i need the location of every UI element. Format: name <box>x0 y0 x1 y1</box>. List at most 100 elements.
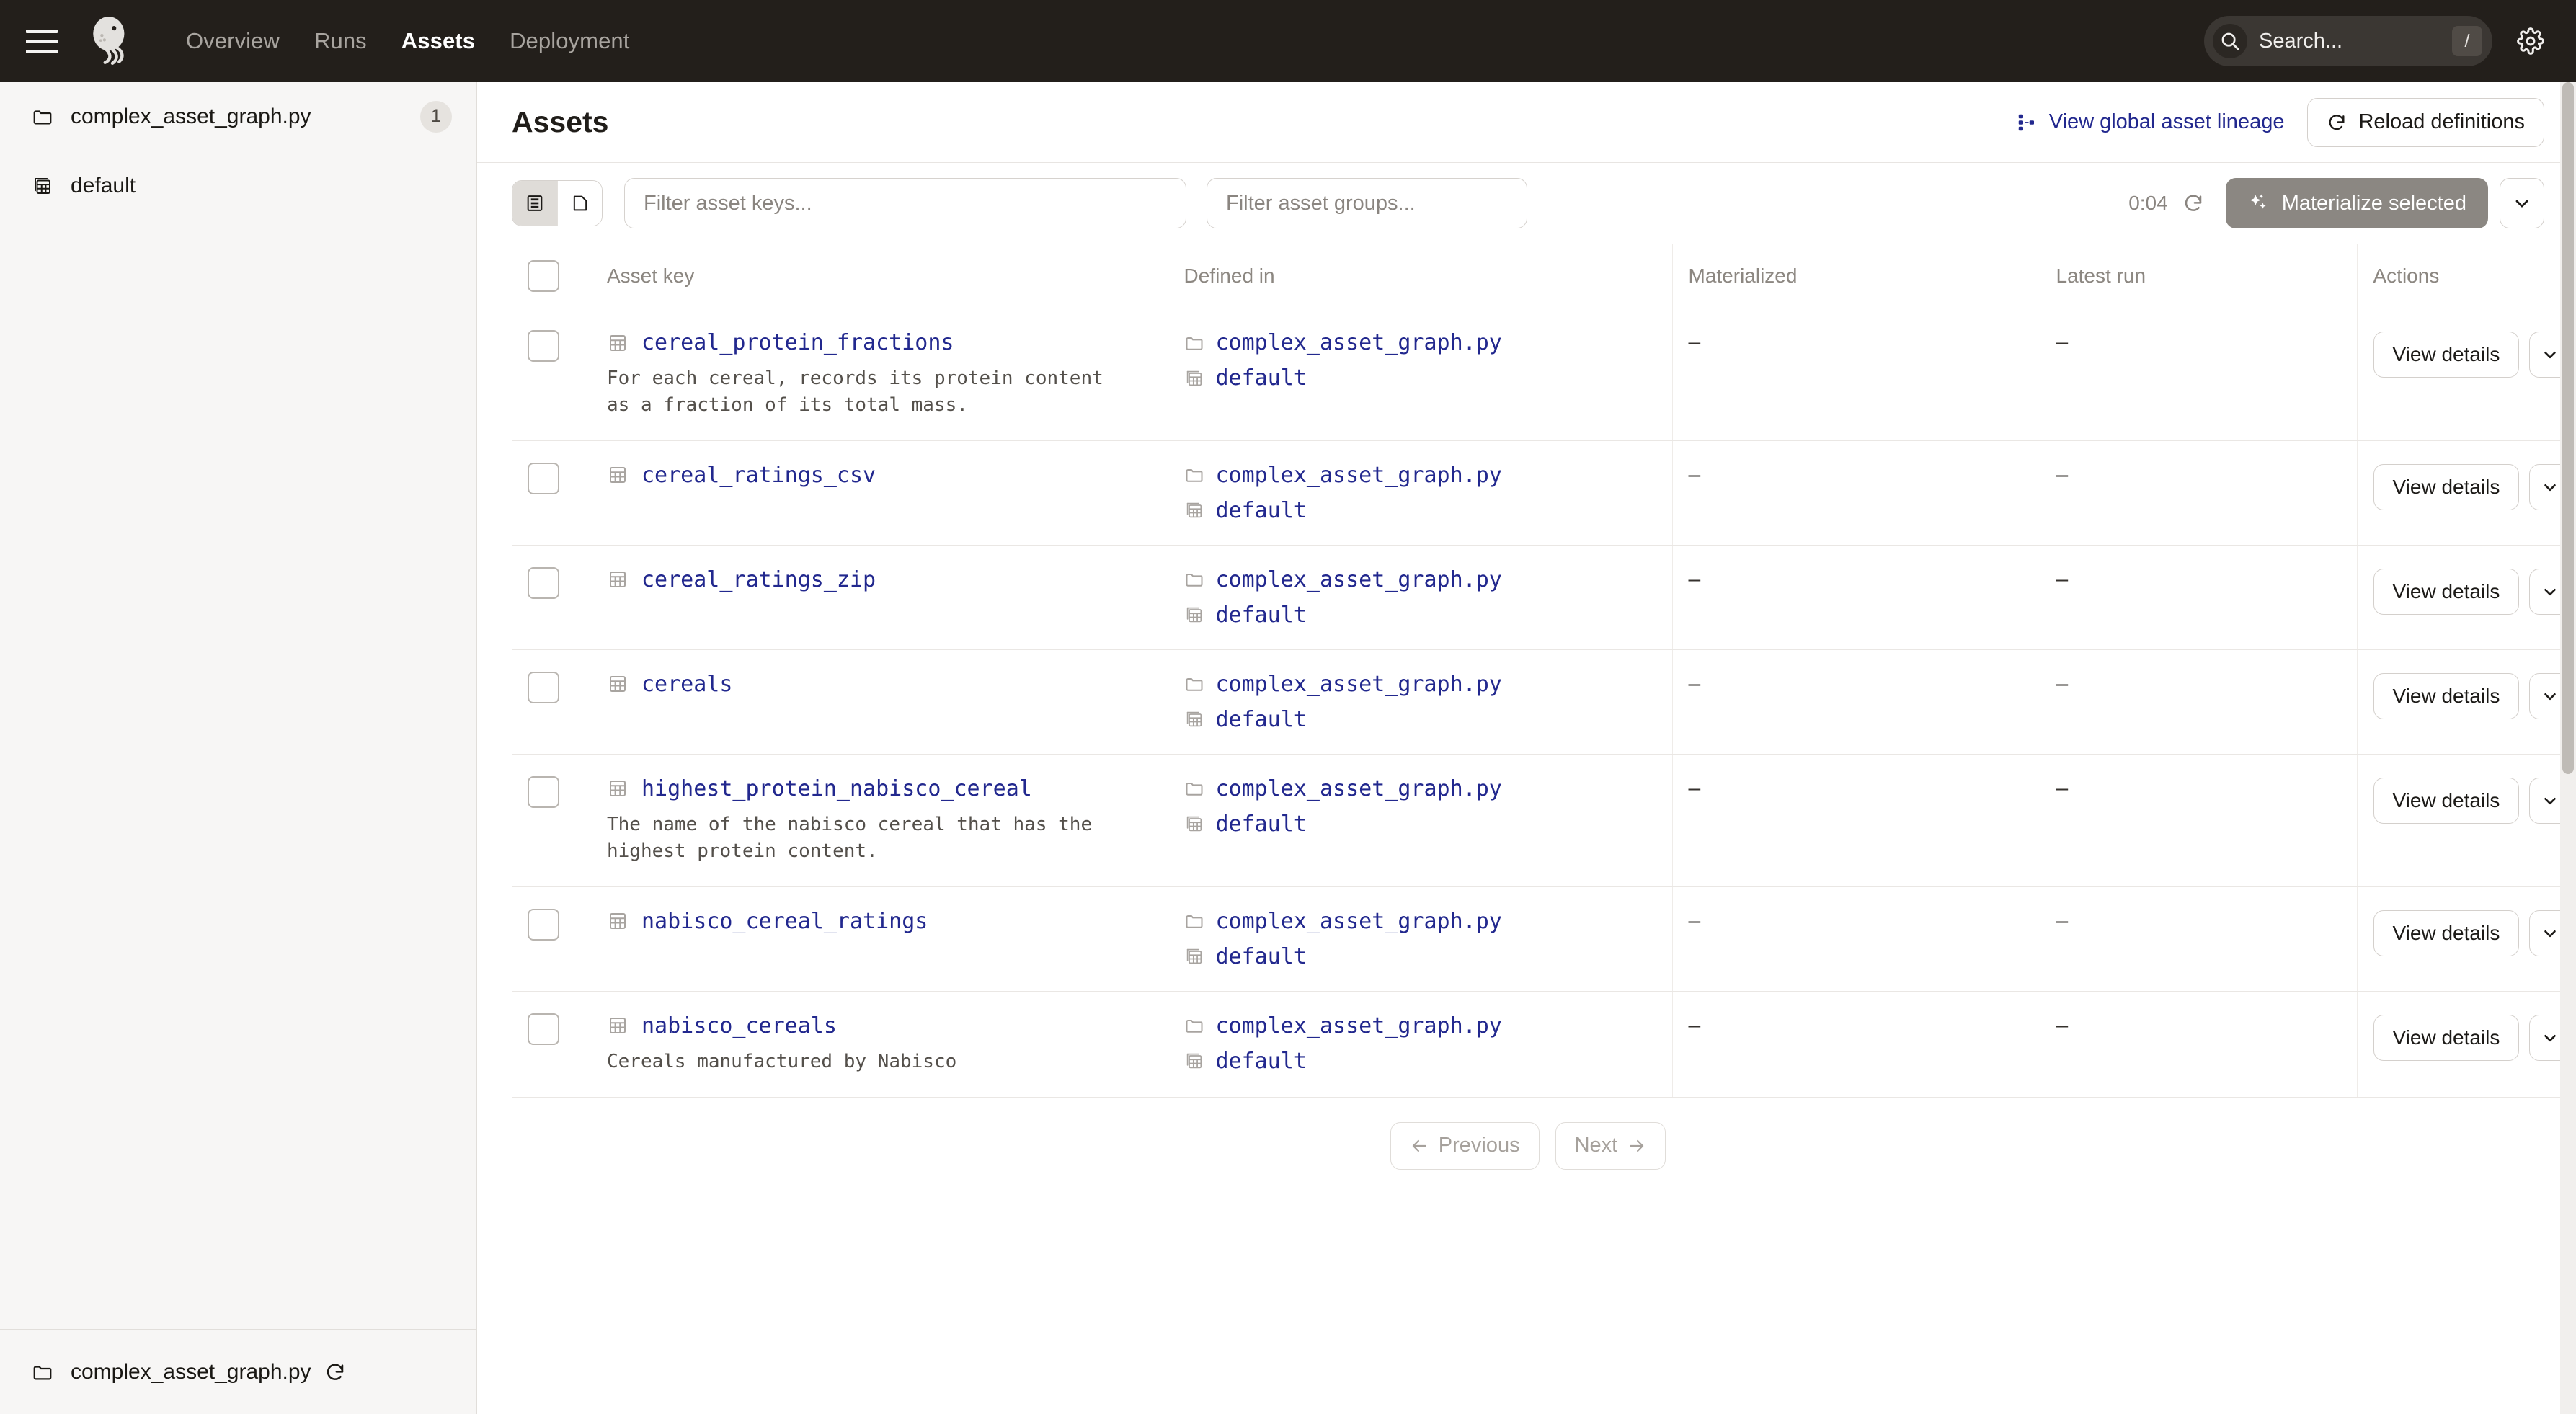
defined-in-file-link[interactable]: complex_asset_graph.py <box>1216 1013 1502 1039</box>
sidebar-footer-code-location[interactable]: complex_asset_graph.py <box>0 1329 476 1414</box>
list-view-icon[interactable] <box>512 181 557 226</box>
asset-key-link[interactable]: nabisco_cereals <box>641 1013 837 1039</box>
app-root: Overview Runs Assets Deployment Search..… <box>0 0 2576 1414</box>
sidebar-item-asset-group-default[interactable]: default <box>0 151 476 221</box>
view-details-button[interactable]: View details <box>2373 1014 2520 1061</box>
view-details-button[interactable]: View details <box>2373 463 2520 510</box>
row-select-cell <box>512 754 591 887</box>
actions-cell: View details <box>2356 545 2576 650</box>
table-header-row: Asset key Defined in Materialized Latest… <box>512 244 2576 308</box>
page-scrollbar[interactable] <box>2560 82 2576 1414</box>
asset-key-link[interactable]: cereals <box>641 672 732 697</box>
materialized-cell: – <box>1671 649 2040 755</box>
view-global-asset-lineage-link[interactable]: View global asset lineage <box>2016 110 2284 134</box>
view-details-button[interactable]: View details <box>2373 568 2520 615</box>
nav-link-runs[interactable]: Runs <box>297 28 384 54</box>
row-checkbox[interactable] <box>528 908 559 941</box>
asset-group-icon <box>32 175 56 197</box>
dagster-logo[interactable] <box>86 14 140 68</box>
scrollbar-thumb[interactable] <box>2562 82 2574 774</box>
nav-link-deployment[interactable]: Deployment <box>492 28 647 54</box>
table-row: cereal_ratings_zip complex_asset_graph.py… <box>512 545 2576 650</box>
defined-in-group-link[interactable]: default <box>1216 602 1307 628</box>
sidebar-item-code-location[interactable]: complex_asset_graph.py 1 <box>0 82 476 151</box>
filter-asset-keys-input[interactable]: Filter asset keys... <box>624 178 1186 228</box>
asset-description: For each cereal, records its protein con… <box>607 368 1103 416</box>
refresh-icon[interactable] <box>2182 192 2204 214</box>
latest-run-value: – <box>2056 462 2069 486</box>
view-details-button[interactable]: View details <box>2373 672 2520 719</box>
defined-in-group-link[interactable]: default <box>1216 944 1307 969</box>
latest-run-cell: – <box>2039 440 2357 546</box>
folder-icon <box>1184 674 1204 694</box>
asset-key-link[interactable]: highest_protein_nabisco_cereal <box>641 776 1032 801</box>
search-shortcut-badge: / <box>2452 26 2482 56</box>
defined-in-group-link[interactable]: default <box>1216 1049 1307 1074</box>
materialize-selected-button[interactable]: Materialize selected <box>2225 178 2488 228</box>
nav-link-assets[interactable]: Assets <box>384 28 492 54</box>
previous-page-button[interactable]: Previous <box>1390 1121 1540 1170</box>
view-details-button[interactable]: View details <box>2373 332 2520 378</box>
row-checkbox[interactable] <box>528 330 559 362</box>
asset-key-link[interactable]: cereal_ratings_csv <box>641 463 876 488</box>
defined-in-cell: complex_asset_graph.pydefault <box>1167 440 1672 546</box>
asset-key-link[interactable]: cereal_ratings_zip <box>641 567 876 592</box>
latest-run-value: – <box>2056 566 2069 591</box>
defined-in-file-link[interactable]: complex_asset_graph.py <box>1216 567 1502 592</box>
actions-cell: View details <box>2356 754 2576 887</box>
row-checkbox[interactable] <box>528 775 559 808</box>
materialized-value: – <box>1688 462 1701 486</box>
asset-group-icon <box>1184 500 1204 520</box>
folder-view-icon[interactable] <box>557 181 602 226</box>
asset-group-icon <box>1184 814 1204 834</box>
defined-in-file-link[interactable]: complex_asset_graph.py <box>1216 672 1502 697</box>
asset-key-link[interactable]: nabisco_cereal_ratings <box>641 909 928 934</box>
asset-icon <box>607 778 629 799</box>
actions-cell: View details <box>2356 440 2576 546</box>
actions-cell: View details <box>2356 991 2576 1098</box>
latest-run-cell: – <box>2039 754 2357 887</box>
column-header-asset-key: Asset key <box>591 244 1168 308</box>
row-checkbox[interactable] <box>528 462 559 494</box>
page-header: Assets View global asset lineage Reload … <box>477 82 2576 163</box>
asset-key-cell: nabisco_cereals Cereals manufactured by N… <box>591 991 1168 1098</box>
asset-group-icon <box>1184 1051 1204 1071</box>
defined-in-file-link[interactable]: complex_asset_graph.py <box>1216 909 1502 934</box>
asset-key-link[interactable]: cereal_protein_fractions <box>641 330 954 355</box>
asset-group-icon <box>1184 368 1204 388</box>
defined-in-file-link[interactable]: complex_asset_graph.py <box>1216 776 1502 801</box>
row-checkbox[interactable] <box>528 671 559 703</box>
materialized-value: – <box>1688 566 1701 591</box>
refresh-icon[interactable] <box>324 1361 346 1383</box>
view-details-button[interactable]: View details <box>2373 910 2520 956</box>
asset-icon <box>607 332 629 354</box>
filter-asset-groups-input[interactable]: Filter asset groups... <box>1207 178 1527 228</box>
latest-run-cell: – <box>2039 308 2357 441</box>
defined-in-file-link[interactable]: complex_asset_graph.py <box>1216 330 1502 355</box>
select-all-checkbox[interactable] <box>528 260 559 292</box>
view-details-button[interactable]: View details <box>2373 777 2520 824</box>
actions-cell: View details <box>2356 649 2576 755</box>
asset-icon <box>607 673 629 695</box>
next-page-button[interactable]: Next <box>1555 1121 1666 1170</box>
nav-link-overview[interactable]: Overview <box>169 28 297 54</box>
global-search-input[interactable]: Search... / <box>2204 16 2492 66</box>
gear-icon[interactable] <box>2517 27 2544 55</box>
defined-in-group-link[interactable]: default <box>1216 812 1307 837</box>
defined-in-group-link[interactable]: default <box>1216 707 1307 732</box>
sidebar-footer-label: complex_asset_graph.py <box>71 1359 311 1384</box>
arrow-right-icon <box>1627 1137 1646 1155</box>
row-checkbox[interactable] <box>528 566 559 599</box>
defined-in-file-link[interactable]: complex_asset_graph.py <box>1216 463 1502 488</box>
asset-icon <box>607 569 629 590</box>
sidebar-item-label: default <box>71 174 136 197</box>
row-select-cell <box>512 440 591 546</box>
hamburger-menu-icon[interactable] <box>26 22 65 61</box>
row-select-cell <box>512 886 591 992</box>
row-checkbox[interactable] <box>528 1013 559 1045</box>
reload-definitions-button[interactable]: Reload definitions <box>2307 97 2544 147</box>
materialize-options-dropdown[interactable] <box>2500 178 2544 228</box>
defined-in-group-link[interactable]: default <box>1216 498 1307 523</box>
defined-in-group-link[interactable]: default <box>1216 365 1307 391</box>
